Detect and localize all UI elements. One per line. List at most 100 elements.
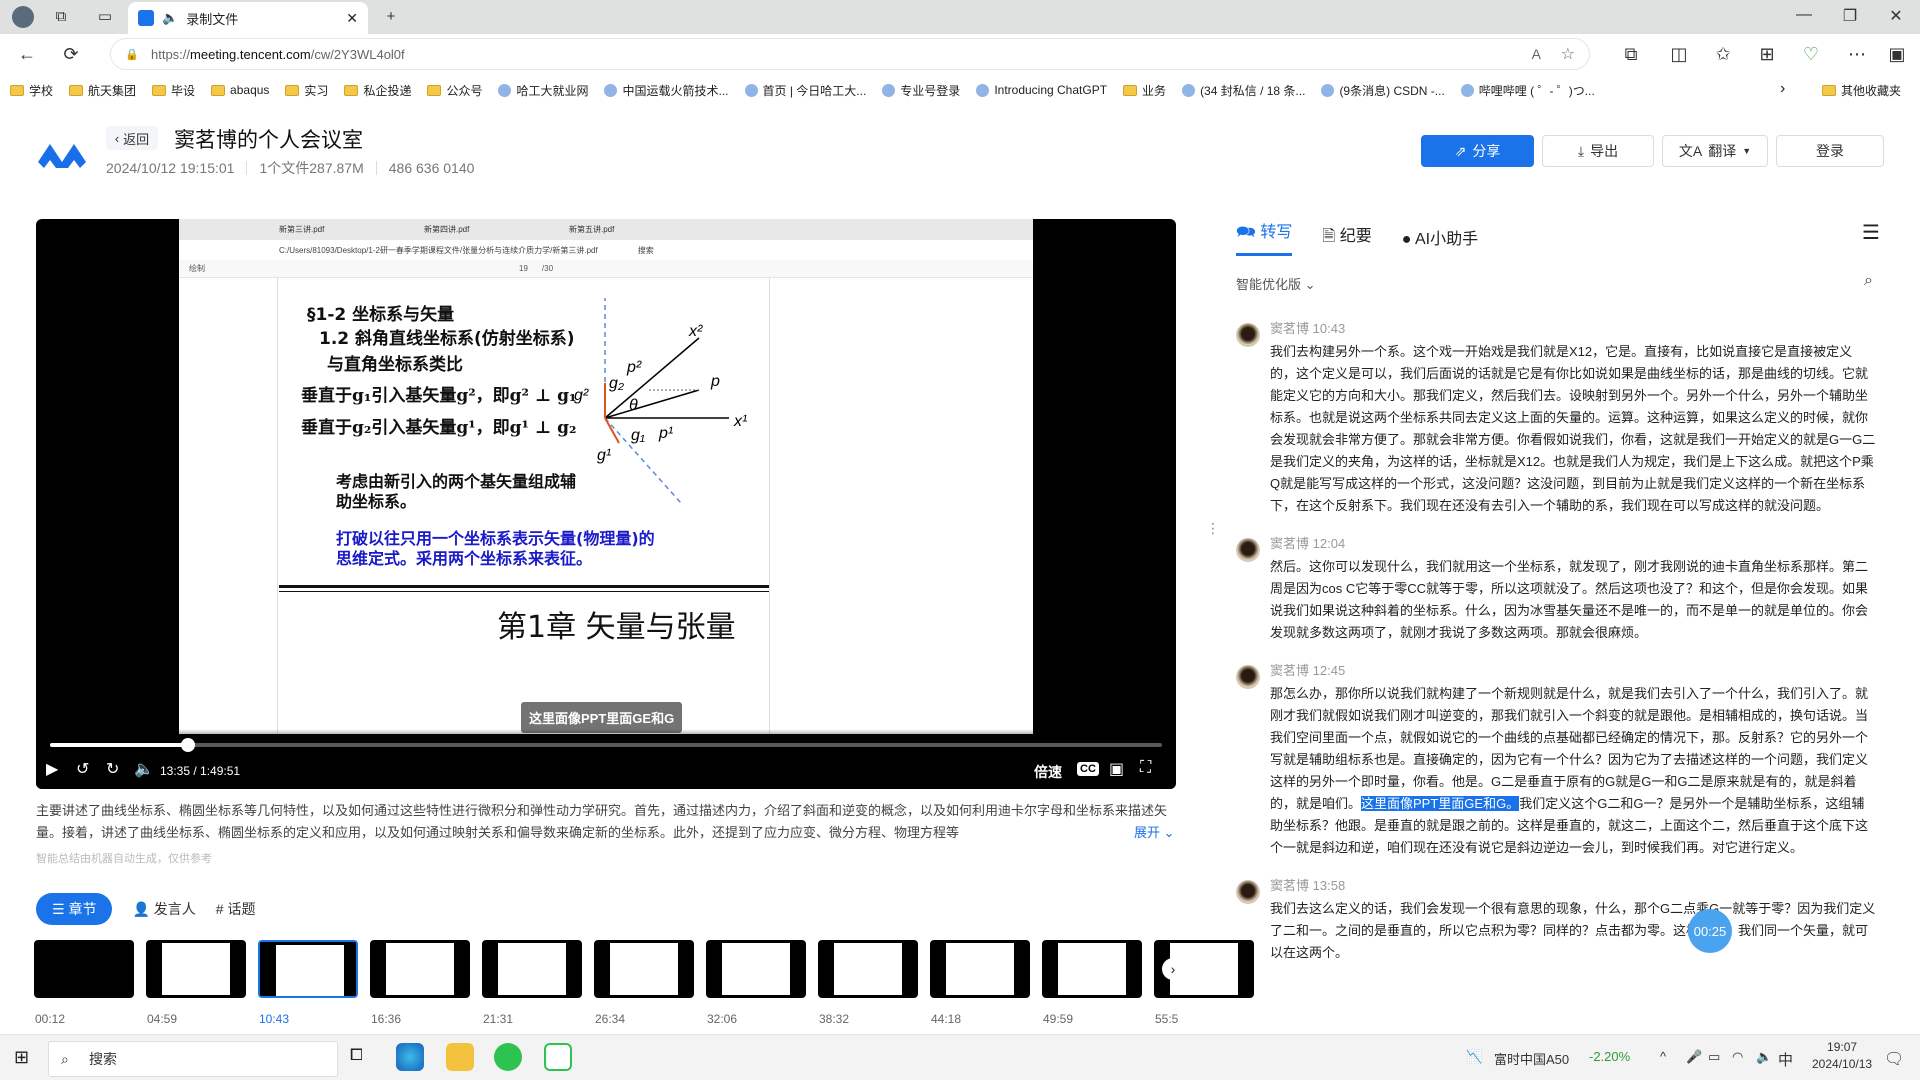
profile-avatar[interactable] bbox=[12, 6, 34, 28]
back-icon[interactable]: ← bbox=[16, 44, 38, 65]
chapter-thumbnail[interactable] bbox=[146, 940, 246, 998]
chapter-time[interactable]: 21:31 bbox=[483, 1012, 513, 1026]
thumbnails-next-button[interactable]: › bbox=[1162, 958, 1184, 980]
panel-resize-handle[interactable]: ⋮ bbox=[1206, 520, 1220, 537]
refresh-icon[interactable]: ⟳ bbox=[60, 44, 82, 65]
progress-bar[interactable] bbox=[50, 738, 1162, 752]
bookmark-item[interactable]: 中国运载火箭技术... bbox=[604, 82, 729, 99]
close-window-button[interactable]: ✕ bbox=[1884, 6, 1908, 26]
bookmark-item[interactable]: 实习 bbox=[285, 82, 328, 99]
wifi-icon[interactable]: ◠ bbox=[1732, 1049, 1743, 1065]
collections-icon[interactable]: ⊞ bbox=[1756, 44, 1778, 65]
bookmark-item[interactable]: 航天集团 bbox=[69, 82, 136, 99]
video-player[interactable]: 新第三讲.pdf 新第四讲.pdf 新第五讲.pdf C:/Users/8109… bbox=[36, 219, 1176, 789]
more-menu-icon[interactable]: ⋯ bbox=[1846, 44, 1868, 65]
extensions-icon[interactable]: ⧉ bbox=[1620, 44, 1642, 65]
chapter-time[interactable]: 00:12 bbox=[35, 1012, 65, 1026]
bookmark-item[interactable]: 学校 bbox=[10, 82, 53, 99]
chapter-thumbnail[interactable] bbox=[482, 940, 582, 998]
windows-start-icon[interactable]: ⊞ bbox=[14, 1047, 29, 1068]
speaker-icon[interactable]: 🔈 bbox=[162, 10, 178, 26]
rewind-5s-button[interactable]: ↺ bbox=[76, 759, 89, 779]
segment-time[interactable]: 12:04 bbox=[1313, 536, 1346, 551]
transcript-segment[interactable]: 窦茗博 10:43 我们去构建另外一个系。这个戏一开始戏是我们就是X12，它是。… bbox=[1236, 318, 1876, 517]
chapter-thumbnail[interactable] bbox=[258, 940, 358, 998]
tab-actions-icon[interactable]: ▭ bbox=[96, 8, 114, 26]
fullscreen-button[interactable]: ⛶ bbox=[1140, 759, 1151, 777]
stock-trend-icon[interactable]: 📉 bbox=[1466, 1049, 1482, 1065]
expand-summary-link[interactable]: 展开 ⌄ bbox=[1134, 822, 1175, 841]
battery-icon[interactable]: ▭ bbox=[1708, 1049, 1720, 1065]
bookmark-item[interactable]: 毕设 bbox=[152, 82, 195, 99]
captions-button[interactable]: CC bbox=[1077, 762, 1099, 776]
chapter-thumbnail[interactable] bbox=[930, 940, 1030, 998]
forward-5s-button[interactable]: ↻ bbox=[106, 759, 119, 779]
bookmark-item[interactable]: 公众号 bbox=[427, 82, 482, 99]
chapter-time[interactable]: 32:06 bbox=[707, 1012, 737, 1026]
sidebar-toggle-icon[interactable]: ▣ bbox=[1886, 44, 1908, 65]
notification-icon[interactable]: 🗨 bbox=[1884, 1049, 1904, 1069]
split-screen-icon[interactable]: ◫ bbox=[1668, 44, 1690, 65]
chapter-time[interactable]: 44:18 bbox=[931, 1012, 961, 1026]
chapter-time[interactable]: 38:32 bbox=[819, 1012, 849, 1026]
ime-indicator[interactable]: 中 bbox=[1778, 1049, 1793, 1070]
chapter-time[interactable]: 04:59 bbox=[147, 1012, 177, 1026]
play-button[interactable]: ▶ bbox=[46, 759, 58, 779]
tab-close-icon[interactable]: ✕ bbox=[346, 10, 358, 27]
chapter-thumbnail[interactable] bbox=[34, 940, 134, 998]
collapse-panel-icon[interactable]: ☰ bbox=[1862, 220, 1880, 245]
bookmark-item[interactable]: 业务 bbox=[1123, 82, 1166, 99]
bookmark-item[interactable]: abaqus bbox=[211, 83, 269, 97]
url-input[interactable]: 🔒 https://meeting.tencent.com/cw/2Y3WL4o… bbox=[110, 38, 1590, 70]
tab-speakers[interactable]: 👤 发言人 bbox=[132, 899, 195, 919]
transcript-segment[interactable]: 窦茗博 12:45 那怎么办，那你所以说我们就构建了一个新规则就是什么，就是我们… bbox=[1236, 660, 1876, 859]
bookmark-item[interactable]: 私企投递 bbox=[344, 82, 411, 99]
share-button[interactable]: ⇗ 分享 bbox=[1421, 135, 1534, 167]
wechat-app-icon[interactable] bbox=[494, 1043, 522, 1071]
tab-topics[interactable]: # 话题 bbox=[216, 899, 256, 919]
version-dropdown[interactable]: 智能优化版 ⌄ bbox=[1236, 274, 1316, 293]
microphone-icon[interactable]: 🎤 bbox=[1686, 1049, 1702, 1065]
minimize-button[interactable]: — bbox=[1792, 6, 1816, 24]
progress-knob[interactable] bbox=[180, 738, 195, 752]
browser-tab-active[interactable]: 🔈 录制文件 ✕ bbox=[128, 2, 368, 34]
chapter-time[interactable]: 10:43 bbox=[259, 1012, 289, 1026]
bookmark-item[interactable]: (34 封私信 / 18 条... bbox=[1182, 82, 1305, 99]
bookmark-item[interactable]: 专业号登录 bbox=[882, 82, 960, 99]
lock-icon[interactable]: 🔒 bbox=[125, 48, 139, 61]
chapter-time[interactable]: 16:36 bbox=[371, 1012, 401, 1026]
restore-button[interactable]: ❐ bbox=[1838, 6, 1862, 26]
volume-icon[interactable]: 🔈 bbox=[1756, 1049, 1772, 1065]
volume-button[interactable]: 🔈 bbox=[134, 759, 154, 779]
floating-timer[interactable]: 00:25 bbox=[1688, 909, 1732, 953]
chapter-time[interactable]: 26:34 bbox=[595, 1012, 625, 1026]
chapter-thumbnail[interactable] bbox=[1042, 940, 1142, 998]
bookmark-item[interactable]: 哔哩哔哩 ( ゜- ゜)つ... bbox=[1460, 82, 1595, 99]
bookmark-item[interactable]: (9条消息) CSDN -... bbox=[1321, 82, 1445, 99]
search-icon[interactable]: ⌕ bbox=[1864, 272, 1873, 290]
chapter-thumbnail[interactable] bbox=[370, 940, 470, 998]
bookmark-item[interactable]: 哈工大就业网 bbox=[498, 82, 588, 99]
browser-health-icon[interactable]: ♡ bbox=[1800, 44, 1822, 65]
translate-dropdown[interactable]: 文A 翻译 ▼ bbox=[1662, 135, 1768, 167]
tab-chapters[interactable]: ☰ 章节 bbox=[36, 893, 113, 925]
export-button[interactable]: ⤓ 导出 bbox=[1542, 135, 1654, 167]
bookmark-item[interactable]: Introducing ChatGPT bbox=[976, 83, 1107, 97]
read-aloud-icon[interactable]: A bbox=[1532, 46, 1541, 62]
task-view-icon[interactable]: ⧠ bbox=[350, 1047, 363, 1065]
file-explorer-app-icon[interactable] bbox=[446, 1043, 474, 1071]
tab-minutes[interactable]: 🗎 纪要 bbox=[1322, 222, 1371, 252]
tray-overflow-icon[interactable]: ^ bbox=[1660, 1049, 1666, 1064]
chapter-thumbnail[interactable] bbox=[706, 940, 806, 998]
edge-app-icon[interactable] bbox=[396, 1043, 424, 1071]
stock-name[interactable]: 富时中国A50 bbox=[1494, 1049, 1569, 1068]
tab-transcript[interactable]: 🗪 转写 bbox=[1236, 218, 1293, 256]
transcript-segment[interactable]: 窦茗博 12:04 然后。这你可以发现什么，我们就用这一个坐标系，就发现了，刚才… bbox=[1236, 533, 1876, 644]
chapter-thumbnail[interactable] bbox=[818, 940, 918, 998]
segment-time[interactable]: 13:58 bbox=[1313, 878, 1346, 893]
back-button[interactable]: ‹ 返回 bbox=[106, 126, 158, 150]
clock[interactable]: 19:07 2024/10/13 bbox=[1812, 1039, 1872, 1073]
bookmark-item[interactable]: 首页 | 今日哈工大... bbox=[744, 82, 866, 99]
transcript-segment[interactable]: 窦茗博 13:58 我们去这么定义的话，我们会发现一个很有意思的现象，什么，那个… bbox=[1236, 875, 1876, 964]
chapter-time[interactable]: 49:59 bbox=[1043, 1012, 1073, 1026]
